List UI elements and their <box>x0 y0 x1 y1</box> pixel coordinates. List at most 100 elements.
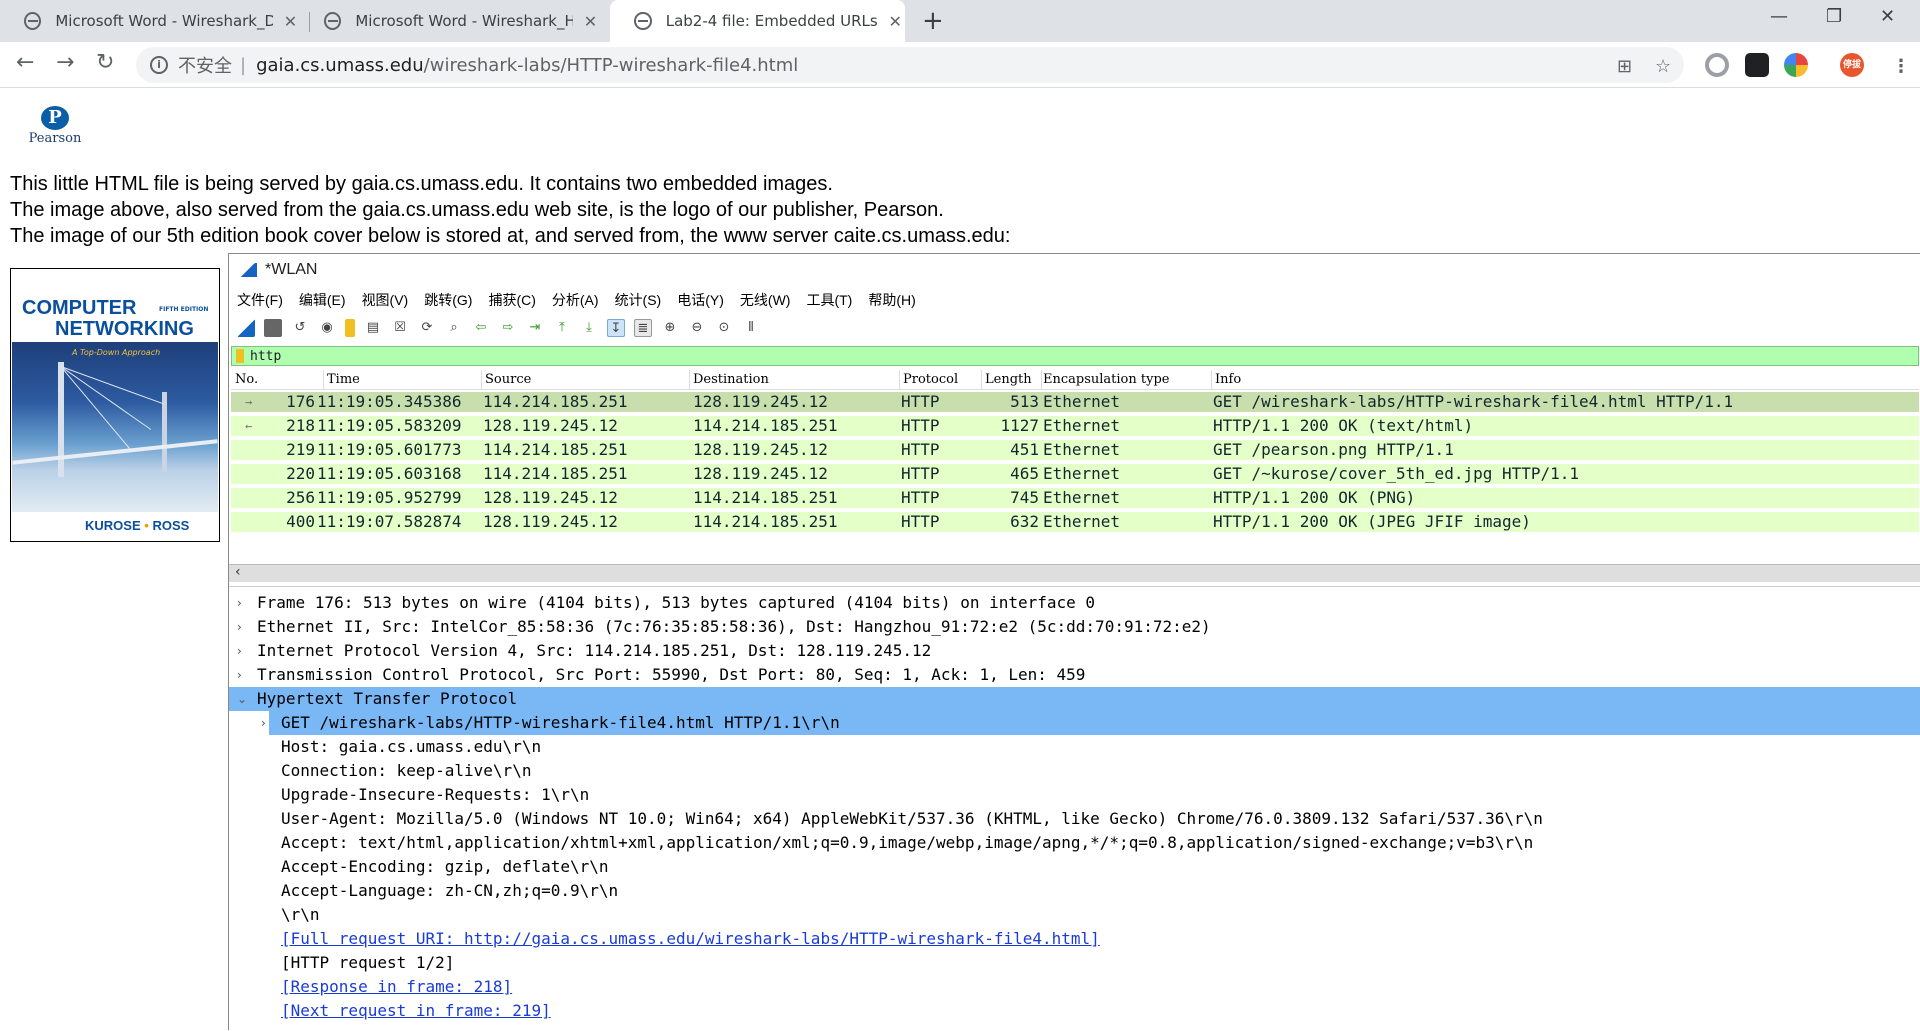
detail-tree-item[interactable]: Upgrade-Insecure-Requests: 1\r\n <box>229 783 1920 807</box>
find-packet-icon[interactable]: ⌕ <box>445 319 463 337</box>
packet-row[interactable]: 400 11:19:07.582874 128.119.245.12 114.214.… <box>231 512 1919 532</box>
menu-tools[interactable]: 工具(T) <box>806 290 852 310</box>
go-back-icon[interactable]: ⇦ <box>472 319 490 337</box>
packet-row[interactable]: 220 11:19:05.603168 114.214.185.251 128.119… <box>231 464 1919 484</box>
minimize-button[interactable]: — <box>1770 6 1788 27</box>
detail-link[interactable]: [Next request in frame: 219] <box>281 999 551 1023</box>
bookmark-icon[interactable] <box>236 349 244 363</box>
forward-arrow-icon[interactable]: → <box>56 50 74 75</box>
browser-tab-active[interactable]: Lab2-4 file: Embedded URLs ✕ <box>610 0 905 42</box>
save-file-icon[interactable]: ▤ <box>364 319 382 337</box>
restart-capture-icon[interactable]: ↺ <box>291 319 309 337</box>
chevron-right-icon[interactable]: › <box>237 663 242 687</box>
address-bar[interactable]: i 不安全 | gaia.cs.umass.edu /wireshark-lab… <box>136 47 1684 83</box>
info-icon[interactable]: i <box>150 56 168 74</box>
packet-row[interactable]: ← 218 11:19:05.583209 128.119.245.12 114.214… <box>231 416 1919 436</box>
extension-color-icon[interactable] <box>1784 53 1808 77</box>
capture-options-icon[interactable]: ◉ <box>318 319 336 337</box>
column-header[interactable]: Length <box>985 372 1032 387</box>
detail-tree-item[interactable]: › Ethernet II, Src: IntelCor_85:58:36 (7c… <box>229 615 1920 639</box>
book-title-line2: NETWORKING <box>55 318 194 340</box>
close-window-button[interactable]: ✕ <box>1880 6 1895 27</box>
chevron-right-icon[interactable]: › <box>237 615 242 639</box>
packet-list-scrollbar[interactable]: ‹ <box>229 564 1920 582</box>
profile-avatar[interactable]: 停拔 <box>1840 53 1864 77</box>
autoscroll-icon[interactable]: ↧ <box>607 319 625 337</box>
menu-dots-icon[interactable]: ⋮ <box>1892 56 1910 77</box>
chevron-right-icon[interactable]: › <box>237 639 242 663</box>
first-packet-icon[interactable]: ⤒ <box>553 319 571 337</box>
extension-glasses-icon[interactable] <box>1745 53 1769 77</box>
detail-tree-item[interactable]: [Next request in frame: 219] <box>229 999 1920 1023</box>
detail-link[interactable]: [Response in frame: 218] <box>281 975 512 999</box>
resize-columns-icon[interactable]: ⫴ <box>742 319 760 337</box>
column-header[interactable]: Source <box>485 372 531 387</box>
detail-tree-item[interactable]: [Full request URI: http://gaia.cs.umass.… <box>229 927 1920 951</box>
packet-row[interactable]: 256 11:19:05.952799 128.119.245.12 114.214.… <box>231 488 1919 508</box>
display-filter-input[interactable]: http <box>231 346 1919 366</box>
detail-tree-item[interactable]: Accept: text/html,application/xhtml+xml,… <box>229 831 1920 855</box>
go-to-packet-icon[interactable]: ⇥ <box>526 319 544 337</box>
column-header[interactable]: Destination <box>693 372 769 387</box>
close-icon[interactable]: ✕ <box>581 12 600 31</box>
detail-tree-item[interactable]: \r\n <box>229 903 1920 927</box>
restore-button[interactable]: ❐ <box>1826 6 1842 27</box>
detail-tree-item[interactable]: [HTTP request 1/2] <box>229 951 1920 975</box>
chevron-right-icon[interactable]: › <box>261 711 266 735</box>
column-header[interactable]: No. <box>235 372 258 387</box>
detail-tree-item[interactable]: User-Agent: Mozilla/5.0 (Windows NT 10.0… <box>229 807 1920 831</box>
close-icon[interactable]: ✕ <box>885 12 905 31</box>
menu-help[interactable]: 帮助(H) <box>868 290 915 310</box>
detail-tree-item[interactable]: ⌄ Hypertext Transfer Protocol <box>229 687 1920 711</box>
detail-link[interactable]: [Full request URI: http://gaia.cs.umass.… <box>281 927 1100 951</box>
zoom-out-icon[interactable]: ⊖ <box>688 319 706 337</box>
extension-circle-icon[interactable] <box>1705 53 1729 77</box>
detail-tree-item[interactable]: › Frame 176: 513 bytes on wire (4104 bits… <box>229 591 1920 615</box>
colorize-icon[interactable]: ≣ <box>634 319 652 337</box>
menu-analyze[interactable]: 分析(A) <box>552 290 599 310</box>
detail-tree-item[interactable]: › Transmission Control Protocol, Src Port… <box>229 663 1920 687</box>
column-header[interactable]: Protocol <box>903 372 958 387</box>
browser-tab[interactable]: Microsoft Word - Wireshark_H ✕ <box>300 0 600 42</box>
translate-icon[interactable]: ⊞ <box>1617 56 1632 77</box>
close-icon[interactable]: ✕ <box>281 12 300 31</box>
column-header[interactable]: Info <box>1215 372 1241 387</box>
detail-tree-item[interactable]: Accept-Language: zh-CN,zh;q=0.9\r\n <box>229 879 1920 903</box>
menu-view[interactable]: 视图(V) <box>362 290 409 310</box>
detail-tree-item[interactable]: › Internet Protocol Version 4, Src: 114.2… <box>229 639 1920 663</box>
packet-cell-info: GET /pearson.png HTTP/1.1 <box>1213 440 1454 459</box>
stop-capture-icon[interactable] <box>264 319 282 337</box>
detail-tree-item[interactable]: Accept-Encoding: gzip, deflate\r\n <box>229 855 1920 879</box>
menu-wireless[interactable]: 无线(W) <box>740 290 791 310</box>
menu-statistics[interactable]: 统计(S) <box>615 290 662 310</box>
detail-tree-item[interactable]: › GET /wireshark-labs/HTTP-wireshark-file… <box>229 711 1920 735</box>
start-capture-icon[interactable] <box>237 319 255 337</box>
scroll-left-icon[interactable]: ‹ <box>235 564 241 580</box>
detail-tree-item[interactable]: Host: gaia.cs.umass.edu\r\n <box>229 735 1920 759</box>
zoom-in-icon[interactable]: ⊕ <box>661 319 679 337</box>
star-icon[interactable]: ☆ <box>1655 56 1671 77</box>
chevron-right-icon[interactable]: › <box>237 591 242 615</box>
column-header[interactable]: Encapsulation type <box>1043 372 1169 387</box>
reload-file-icon[interactable]: ⟳ <box>418 319 436 337</box>
detail-tree-item[interactable]: Connection: keep-alive\r\n <box>229 759 1920 783</box>
zoom-normal-icon[interactable]: ⊙ <box>715 319 733 337</box>
close-file-icon[interactable]: ☒ <box>391 319 409 337</box>
menu-capture[interactable]: 捕获(C) <box>488 290 535 310</box>
reload-icon[interactable]: ↻ <box>96 50 114 75</box>
menu-edit[interactable]: 编辑(E) <box>299 290 346 310</box>
detail-tree-item[interactable]: [Response in frame: 218] <box>229 975 1920 999</box>
packet-row[interactable]: 219 11:19:05.601773 114.214.185.251 128.119… <box>231 440 1919 460</box>
menu-telephony[interactable]: 电话(Y) <box>677 290 724 310</box>
menu-go[interactable]: 跳转(G) <box>424 290 472 310</box>
open-file-icon[interactable] <box>345 319 355 337</box>
chevron-down-icon[interactable]: ⌄ <box>237 687 247 711</box>
column-header[interactable]: Time <box>327 372 360 387</box>
go-forward-icon[interactable]: ⇨ <box>499 319 517 337</box>
packet-row[interactable]: → 176 11:19:05.345386 114.214.185.251 128.11… <box>231 392 1919 412</box>
last-packet-icon[interactable]: ⤓ <box>580 319 598 337</box>
menu-file[interactable]: 文件(F) <box>237 290 283 310</box>
new-tab-button[interactable]: + <box>922 6 944 36</box>
back-arrow-icon[interactable]: ← <box>16 50 34 75</box>
browser-tab[interactable]: Microsoft Word - Wireshark_D ✕ <box>0 0 300 42</box>
